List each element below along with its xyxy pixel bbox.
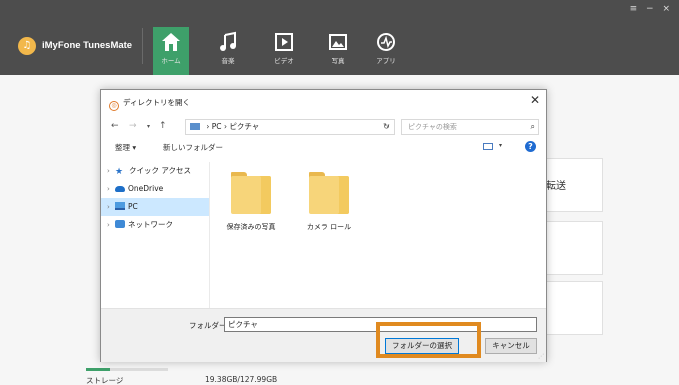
up-arrow-icon[interactable]: ↑ (159, 121, 167, 131)
storage-label: ストレージ (86, 376, 124, 385)
tree-item-quick-access[interactable]: › ★ クイック アクセス (101, 162, 209, 180)
pc-icon (190, 123, 200, 130)
cancel-button[interactable]: キャンセル (485, 338, 537, 354)
folder-name: カメラ ロール (306, 223, 352, 231)
tree-item-label: クイック アクセス (129, 166, 192, 175)
tree-item-pc[interactable]: › PC (101, 198, 209, 216)
expand-icon[interactable]: › (107, 162, 115, 180)
expand-icon[interactable]: › (107, 216, 115, 234)
command-bar: 整理 ▾ 新しいフォルダー ▾ ? (101, 140, 548, 156)
app-name: iMyFone TunesMate (42, 40, 133, 51)
tree-item-label: ネットワーク (128, 220, 173, 229)
expand-icon[interactable]: › (107, 180, 115, 198)
nav-photo[interactable]: 写真 (318, 27, 358, 67)
search-icon[interactable]: ⌕ (531, 120, 535, 134)
resize-grip-icon[interactable]: ⋰ (538, 353, 544, 360)
nav-home[interactable]: ホーム (153, 27, 189, 75)
app-icon (366, 31, 406, 53)
video-icon (264, 31, 304, 53)
dialog-icon: ◎ (109, 101, 119, 111)
navigation-tree: › ★ クイック アクセス › OneDrive › PC › ネットワーク (101, 162, 209, 312)
help-icon[interactable]: ? (525, 141, 536, 152)
tree-item-label: OneDrive (128, 184, 164, 193)
pane-divider (209, 162, 210, 312)
nav-music-label: 音楽 (221, 57, 235, 65)
star-icon: ★ (115, 167, 124, 177)
folder-name: 保存済みの写真 (226, 223, 276, 231)
storage-value: 19.38GB/127.99GB (205, 375, 278, 384)
address-segment[interactable]: PC (212, 122, 222, 131)
view-dropdown-icon[interactable]: ▾ (499, 142, 502, 149)
address-segment[interactable]: ピクチャ (229, 122, 259, 131)
window-controls[interactable]: ≡ − × (630, 4, 673, 14)
folder-icon (309, 172, 349, 214)
storage-fill (86, 368, 110, 371)
nav-home-label: ホーム (161, 57, 181, 65)
tree-item-network[interactable]: › ネットワーク (101, 216, 209, 234)
folder-item[interactable]: 保存済みの写真 (221, 172, 281, 232)
option-card[interactable] (540, 281, 603, 335)
view-options-icon[interactable] (483, 143, 493, 150)
app-logo-icon: ♫ (18, 37, 36, 55)
expand-icon[interactable]: › (107, 198, 115, 216)
folder-icon (231, 172, 271, 214)
tree-item-label: PC (128, 202, 138, 211)
close-icon[interactable]: ✕ (530, 93, 540, 107)
nav-video[interactable]: ビデオ (264, 27, 304, 67)
network-icon (115, 220, 125, 228)
history-dropdown-icon[interactable]: ▾ (147, 123, 150, 130)
photo-icon (318, 31, 358, 53)
cloud-icon (115, 186, 125, 192)
tree-item-onedrive[interactable]: › OneDrive (101, 180, 209, 198)
forward-arrow-icon[interactable]: → (129, 121, 137, 131)
nav-app-label: アプリ (376, 57, 396, 65)
nav-photo-label: 写真 (331, 57, 345, 65)
folder-item[interactable]: カメラ ロール (299, 172, 359, 232)
nav-app[interactable]: アプリ (366, 27, 406, 67)
refresh-icon[interactable]: ↻ (383, 122, 390, 131)
organize-menu[interactable]: 整理 ▾ (115, 142, 136, 153)
back-arrow-icon[interactable]: ← (111, 121, 119, 131)
search-input[interactable]: ピクチャの検索 ⌕ (401, 119, 539, 135)
nav-music[interactable]: 音楽 (208, 27, 248, 67)
pc-icon (115, 202, 125, 210)
dialog-title-text: ディレクトリを開く (123, 98, 190, 107)
transfer-card-label: 転送 (546, 181, 566, 192)
home-icon (153, 31, 189, 53)
divider (142, 28, 143, 64)
highlight-box (376, 322, 481, 358)
nav-video-label: ビデオ (274, 57, 294, 65)
top-bar: ≡ − × ♫ iMyFone TunesMate ホーム 音楽 ビデオ 写真 … (0, 0, 679, 75)
address-row: ← → ▾ ↑ › PC › ピクチャ ∨ ↻ ピクチャの検索 ⌕ (101, 117, 548, 137)
address-bar[interactable]: › PC › ピクチャ ∨ (185, 119, 395, 135)
option-card[interactable] (540, 221, 603, 275)
dialog-title: ◎ ディレクトリを開く (109, 97, 190, 111)
search-placeholder: ピクチャの検索 (408, 123, 457, 131)
music-icon (208, 31, 248, 53)
new-folder-button[interactable]: 新しいフォルダー (163, 142, 223, 153)
